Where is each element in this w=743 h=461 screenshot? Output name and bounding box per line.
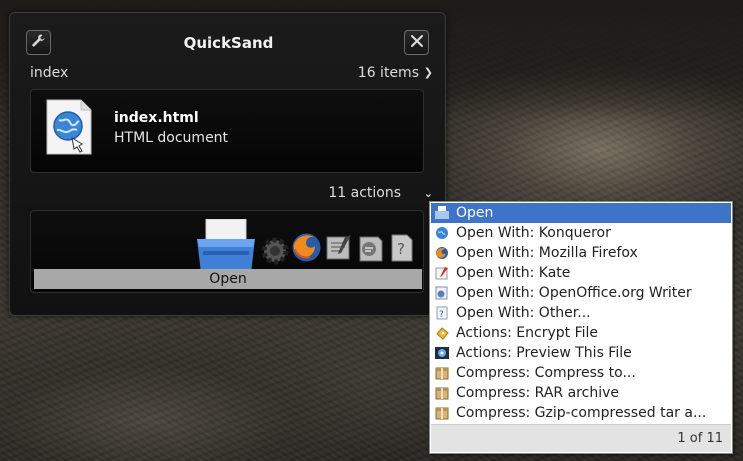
- list-item-rar[interactable]: Compress: RAR archive: [431, 383, 731, 403]
- list-item-label: Open With: OpenOffice.org Writer: [456, 285, 692, 301]
- gear-icon[interactable]: [259, 235, 291, 271]
- list-item-encrypt[interactable]: Actions: Encrypt File: [431, 323, 731, 343]
- list-item-compress-to[interactable]: Compress: Compress to...: [431, 363, 731, 383]
- list-item-label: Actions: Encrypt File: [456, 325, 599, 341]
- chevron-right-icon[interactable]: ❯: [424, 66, 433, 79]
- list-item-label: Compress: Gzip-compressed tar a...: [456, 405, 707, 421]
- close-button[interactable]: [404, 30, 429, 55]
- list-item-open[interactable]: Open: [431, 203, 731, 223]
- list-item-preview[interactable]: Actions: Preview This File: [431, 343, 731, 363]
- list-item-label: Open With: Kate: [456, 265, 571, 281]
- konqueror-icon: [435, 226, 449, 240]
- quicksand-window: QuickSand index 16 items ❯ index.html HT…: [9, 12, 446, 316]
- list-item-label: Actions: Preview This File: [456, 345, 632, 361]
- writer-icon: [435, 286, 449, 300]
- help-icon: ?: [435, 306, 449, 320]
- items-count[interactable]: 16 items: [358, 65, 419, 81]
- selected-item[interactable]: index.html HTML document: [30, 89, 424, 173]
- action-strip[interactable]: ? Open: [30, 210, 424, 293]
- kate-icon[interactable]: [325, 233, 353, 265]
- svg-text:?: ?: [397, 240, 405, 258]
- archive-icon: [435, 406, 449, 420]
- archive-icon: [435, 366, 449, 380]
- close-icon: [410, 33, 424, 52]
- kate-icon: [435, 266, 449, 280]
- pager: 1 of 11: [431, 424, 731, 452]
- list-item-firefox[interactable]: Open With: Mozilla Firefox: [431, 243, 731, 263]
- chevron-down-icon[interactable]: ⌄: [424, 187, 433, 200]
- firefox-icon: [435, 246, 449, 260]
- list-item-label: Compress: RAR archive: [456, 385, 619, 401]
- window-title: QuickSand: [183, 34, 274, 52]
- firefox-icon[interactable]: [290, 231, 323, 268]
- list-item-label: Open With: Mozilla Firefox: [456, 245, 638, 261]
- list-item-other[interactable]: ? Open With: Other...: [431, 303, 731, 323]
- help-icon[interactable]: ?: [390, 233, 414, 267]
- lock-icon: [435, 326, 449, 340]
- html-file-icon: [44, 98, 94, 156]
- list-item-label: Compress: Compress to...: [456, 365, 636, 381]
- search-query: index: [30, 65, 69, 81]
- openoffice-writer-icon[interactable]: [357, 233, 385, 267]
- svg-text:?: ?: [439, 310, 444, 320]
- item-type: HTML document: [114, 130, 229, 146]
- item-name: index.html: [114, 110, 199, 126]
- printer-icon: [435, 206, 449, 220]
- list-item-label: Open With: Konqueror: [456, 225, 611, 241]
- actions-dropdown[interactable]: Open Open With: Konqueror Open With: Moz…: [429, 201, 733, 454]
- list-item-writer[interactable]: Open With: OpenOffice.org Writer: [431, 283, 731, 303]
- actions-count[interactable]: 11 actions: [328, 185, 401, 201]
- archive-icon: [435, 386, 449, 400]
- list-item-label: Open With: Other...: [456, 305, 591, 321]
- preview-icon: [435, 346, 449, 360]
- list-item-kate[interactable]: Open With: Kate: [431, 263, 731, 283]
- list-item-label: Open: [456, 205, 494, 221]
- current-action-label: Open: [34, 269, 422, 289]
- list-item-konqueror[interactable]: Open With: Konqueror: [431, 223, 731, 243]
- list-item-gzip[interactable]: Compress: Gzip-compressed tar a...: [431, 403, 731, 423]
